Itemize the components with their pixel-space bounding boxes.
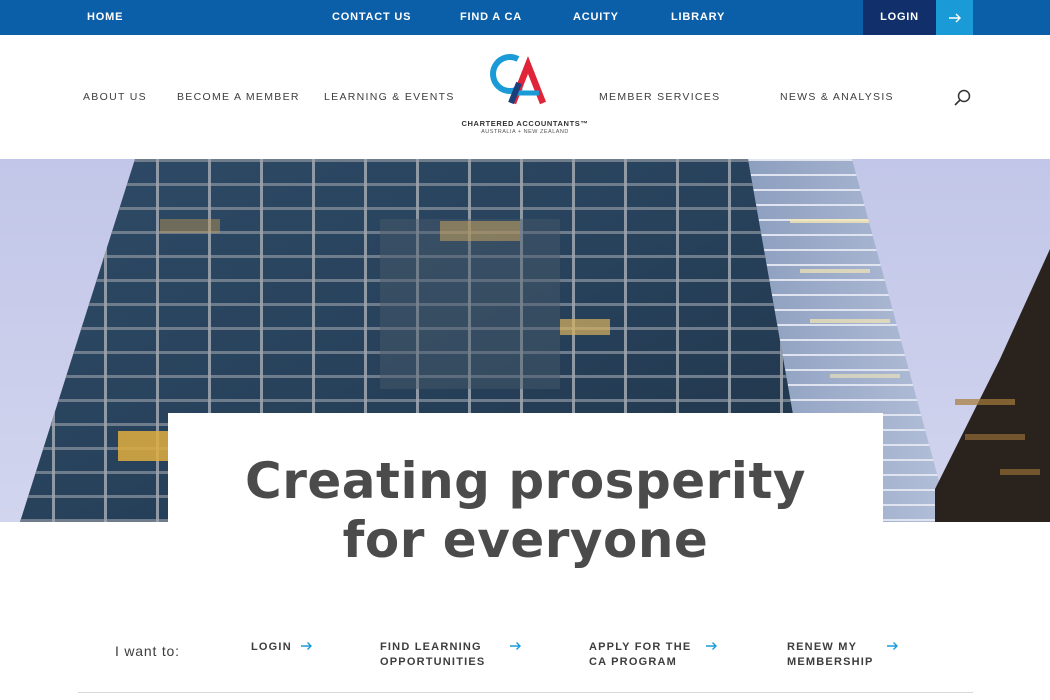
action-renew-membership-label: RENEW MY MEMBERSHIP xyxy=(787,641,874,668)
topbar-library-link[interactable]: LIBRARY xyxy=(671,0,725,35)
nav-about-us[interactable]: ABOUT US xyxy=(83,91,147,103)
action-login[interactable]: LOGIN xyxy=(251,640,313,655)
topbar-acuity-link[interactable]: ACUITY xyxy=(573,0,619,35)
topbar-find-a-ca-link[interactable]: FIND A CA xyxy=(460,0,522,35)
arrow-right-icon xyxy=(886,642,898,650)
nav-member-services[interactable]: MEMBER SERVICES xyxy=(599,91,720,103)
nav-become-a-member[interactable]: BECOME A MEMBER xyxy=(177,91,300,103)
hero-title-line1: Creating prosperity xyxy=(245,452,806,510)
logo-subtitle: AUSTRALIA + NEW ZEALAND xyxy=(481,129,569,135)
i-want-to-label: I want to: xyxy=(115,643,180,659)
hero-title-line2: for everyone xyxy=(342,511,709,569)
action-apply-ca-program-label: APPLY FOR THE CA PROGRAM xyxy=(589,641,692,668)
arrow-right-icon xyxy=(510,642,522,650)
nav-learning-events[interactable]: LEARNING & EVENTS xyxy=(324,91,455,103)
topbar-home-link[interactable]: HOME xyxy=(87,0,123,35)
login-button[interactable]: LOGIN xyxy=(863,0,936,35)
action-find-learning-label: FIND LEARNING OPPORTUNITIES xyxy=(380,641,486,668)
section-divider xyxy=(78,692,973,693)
action-login-label: LOGIN xyxy=(251,641,292,653)
arrow-right-icon xyxy=(300,642,312,650)
arrow-right-icon xyxy=(948,13,961,22)
action-renew-membership[interactable]: RENEW MY MEMBERSHIP xyxy=(787,640,899,670)
ca-logo-mark xyxy=(490,54,547,105)
login-arrow-button[interactable] xyxy=(936,0,973,35)
nav-news-analysis[interactable]: NEWS & ANALYSIS xyxy=(780,91,894,103)
login-button-group[interactable]: LOGIN xyxy=(863,0,973,35)
search-button[interactable] xyxy=(953,88,973,108)
arrow-right-icon xyxy=(706,642,718,650)
topbar-contact-us-link[interactable]: CONTACT US xyxy=(332,0,411,35)
action-apply-ca-program[interactable]: APPLY FOR THE CA PROGRAM xyxy=(589,640,718,670)
ca-anz-logo[interactable]: CHARTERED ACCOUNTANTS™ AUSTRALIA + NEW Z… xyxy=(455,53,595,143)
logo-wordmark: CHARTERED ACCOUNTANTS™ xyxy=(461,119,589,128)
hero-title: Creating prosperity for everyone xyxy=(168,452,883,570)
search-icon xyxy=(954,89,971,106)
action-find-learning[interactable]: FIND LEARNING OPPORTUNITIES xyxy=(380,640,522,670)
main-navigation: ABOUT US BECOME A MEMBER LEARNING & EVEN… xyxy=(0,35,1050,159)
top-utility-bar: HOME CONTACT US FIND A CA ACUITY LIBRARY… xyxy=(0,0,1050,35)
